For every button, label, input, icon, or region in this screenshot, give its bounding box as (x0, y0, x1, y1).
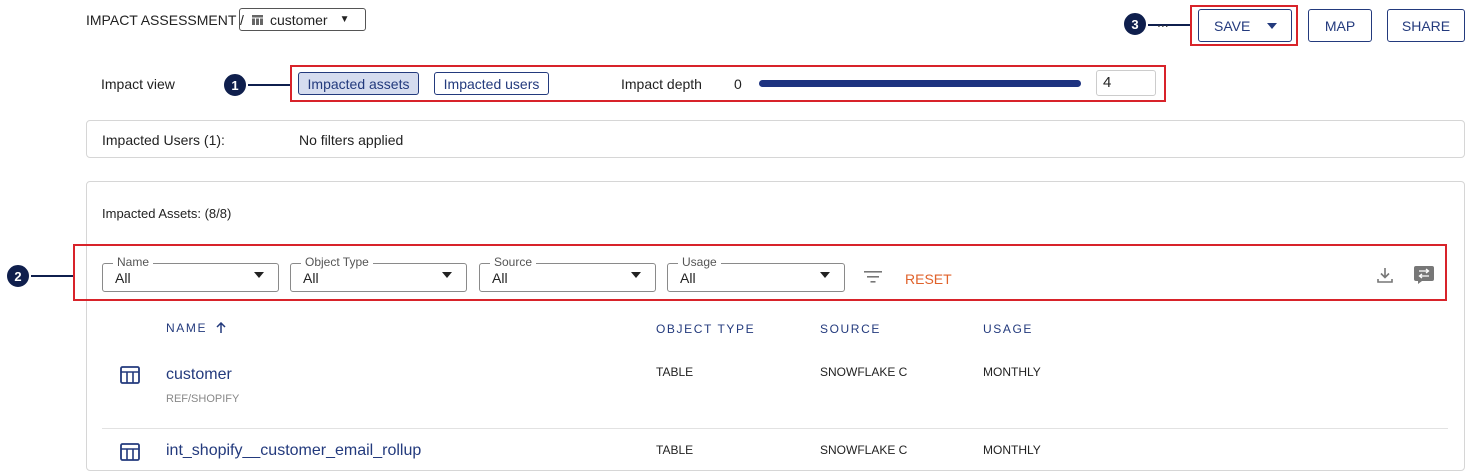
filter-usage-select[interactable]: Usage All (667, 255, 845, 292)
caret-down-icon[interactable] (1267, 23, 1277, 29)
reset-filters-button[interactable]: RESET (905, 271, 952, 287)
asset-source: SNOWFLAKE C (820, 365, 908, 379)
asset-usage: MONTHLY (983, 365, 1041, 379)
more-options-icon[interactable]: ... (1157, 14, 1169, 30)
annotation-connector-1 (248, 84, 290, 86)
asset-source: SNOWFLAKE C (820, 443, 908, 457)
column-header-usage[interactable]: USAGE (983, 322, 1033, 336)
breadcrumb-root: IMPACT ASSESSMENT / (86, 12, 244, 28)
table-icon (120, 443, 140, 466)
filter-source-label: Source (490, 255, 537, 269)
filter-object-type-value: All (303, 270, 319, 286)
impact-depth-slider-fill (759, 80, 1081, 87)
sort-ascending-icon[interactable] (216, 321, 226, 336)
impact-depth-min: 0 (734, 76, 742, 92)
share-button[interactable]: SHARE (1387, 9, 1465, 42)
download-icon[interactable] (1376, 266, 1394, 289)
table-icon (252, 14, 263, 25)
caret-down-icon (631, 272, 641, 278)
annotation-badge-3: 3 (1122, 11, 1148, 37)
impacted-users-title: Impacted Users (1): (102, 132, 225, 148)
annotation-connector-3 (1148, 24, 1190, 26)
chip-impacted-assets[interactable]: Impacted assets (298, 72, 419, 95)
chip-impacted-users[interactable]: Impacted users (434, 72, 549, 95)
asset-name-link[interactable]: customer (166, 366, 232, 384)
column-header-source[interactable]: SOURCE (820, 322, 881, 336)
filter-list-icon[interactable] (864, 270, 882, 289)
asset-path: REF/SHOPIFY (166, 393, 240, 405)
column-header-name[interactable]: NAME (166, 321, 226, 336)
filter-source-value: All (492, 270, 508, 286)
annotation-badge-1: 1 (222, 72, 248, 98)
impact-view-label: Impact view (101, 76, 175, 92)
filter-name-select[interactable]: Name All (102, 255, 279, 292)
asset-object-type: TABLE (656, 365, 694, 379)
filter-object-type-label: Object Type (301, 255, 373, 269)
asset-name-link[interactable]: int_shopify__customer_email_rollup (166, 442, 421, 460)
table-icon (120, 366, 140, 389)
caret-down-icon (820, 272, 830, 278)
caret-down-icon (254, 272, 264, 278)
filter-usage-value: All (680, 270, 696, 286)
impacted-users-filters-text: No filters applied (299, 132, 404, 148)
breadcrumb-asset-select[interactable]: customer ▼ (239, 8, 366, 31)
save-button-label: SAVE (1214, 17, 1251, 34)
impact-depth-slider[interactable] (759, 80, 1081, 87)
filter-name-label: Name (113, 255, 154, 269)
filter-object-type-select[interactable]: Object Type All (290, 255, 467, 292)
filter-name-value: All (115, 270, 131, 286)
map-button[interactable]: MAP (1308, 9, 1372, 42)
filter-usage-label: Usage (678, 255, 721, 269)
annotation-connector-2 (31, 275, 73, 277)
annotation-badge-2: 2 (5, 263, 31, 289)
asset-usage: MONTHLY (983, 443, 1041, 457)
chevron-down-icon: ▼ (339, 14, 350, 25)
impacted-users-panel: Impacted Users (1): No filters applied (86, 120, 1465, 158)
impact-depth-label: Impact depth (621, 76, 702, 92)
save-button[interactable]: SAVE (1198, 9, 1292, 42)
caret-down-icon (442, 272, 452, 278)
breadcrumb-selected-label: customer (270, 11, 328, 28)
impacted-assets-title: Impacted Assets: (8/8) (102, 206, 232, 221)
column-header-name-label: NAME (166, 321, 208, 335)
filter-source-select[interactable]: Source All (479, 255, 656, 292)
row-divider (102, 428, 1448, 429)
column-header-object-type[interactable]: OBJECT TYPE (656, 322, 755, 336)
asset-object-type: TABLE (656, 443, 694, 457)
swap-columns-icon[interactable] (1414, 266, 1434, 289)
impact-depth-input[interactable]: 4 (1096, 70, 1156, 96)
